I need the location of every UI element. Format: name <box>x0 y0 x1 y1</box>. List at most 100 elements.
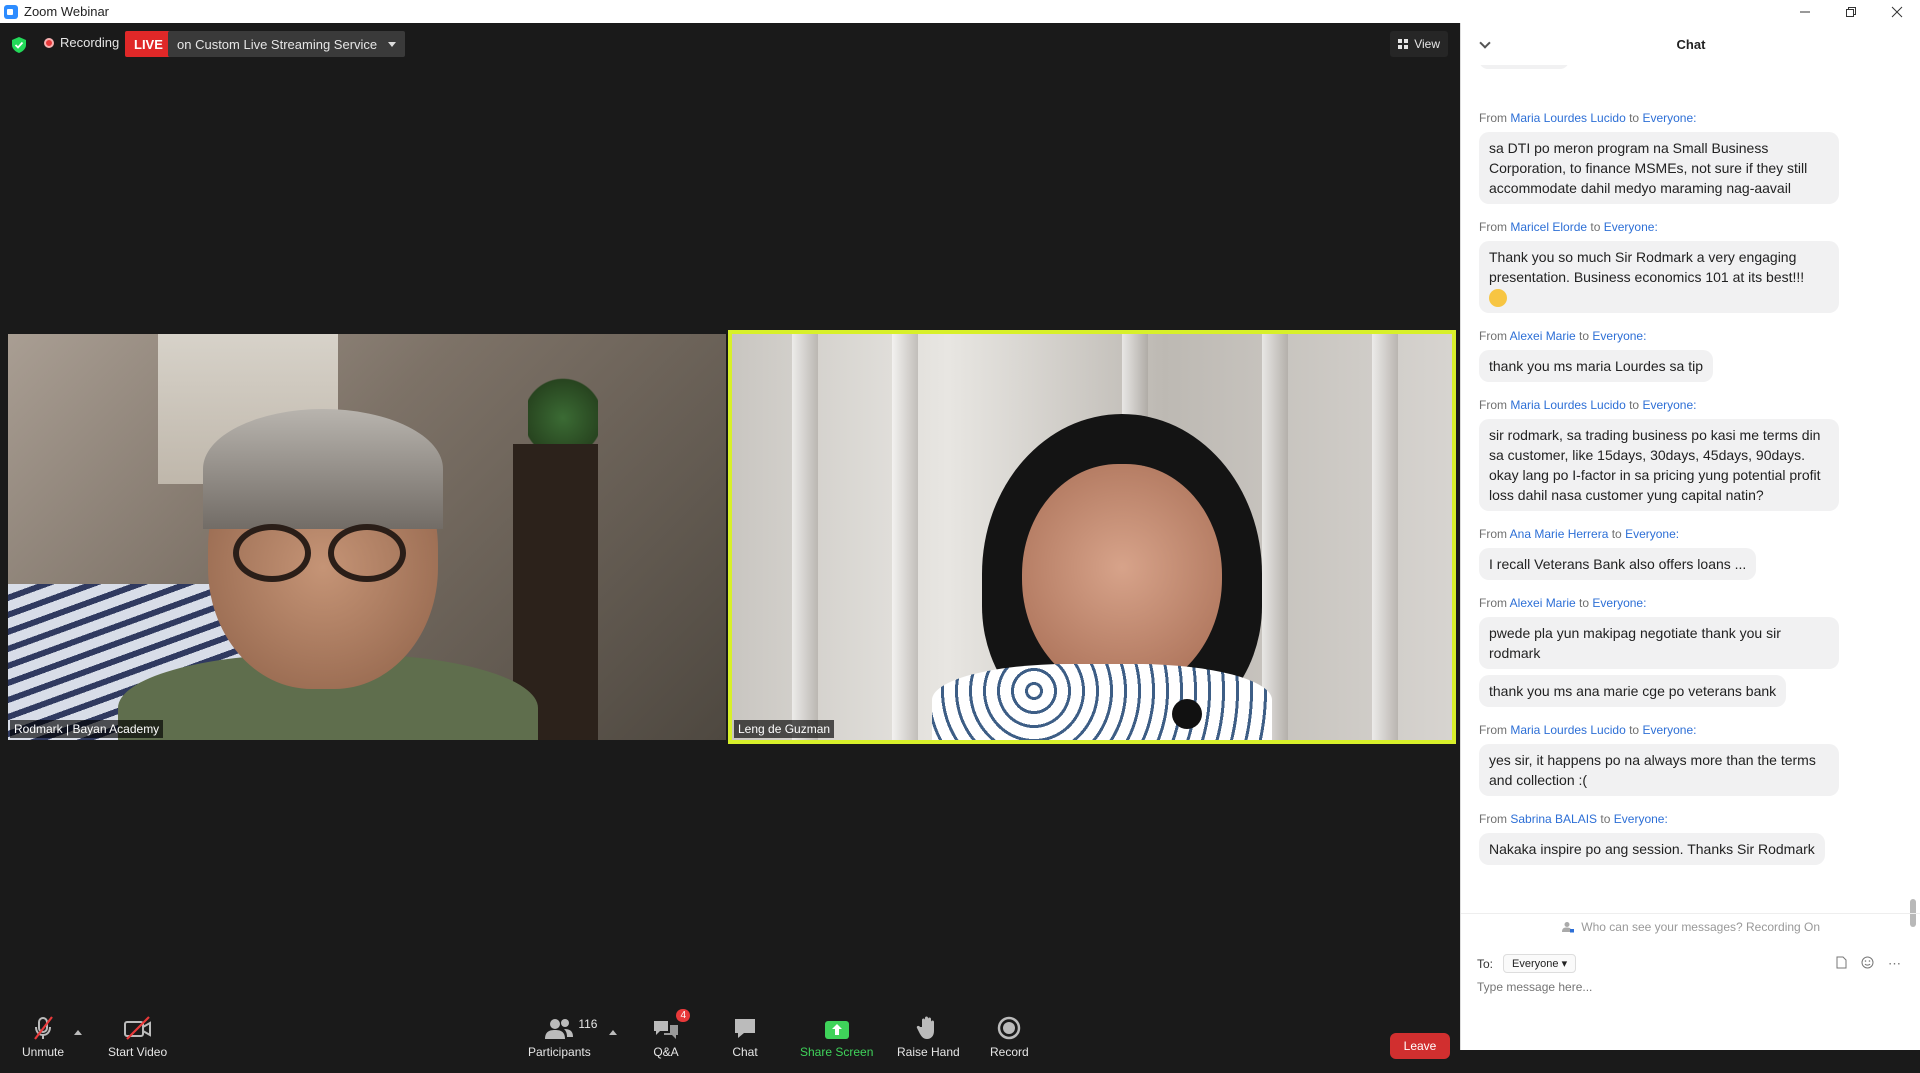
record-icon <box>998 1016 1021 1040</box>
zoom-app-icon <box>4 4 18 19</box>
chat-message-text: pwede pla yun makipag negotiate thank yo… <box>1489 625 1781 662</box>
sender-name[interactable]: Alexei Marie <box>1510 596 1576 610</box>
background-curtain <box>1262 334 1288 740</box>
chat-message-bubble[interactable]: yes sir, it happens po na always more th… <box>1479 744 1839 797</box>
recording-dot-icon <box>44 37 54 48</box>
chevron-down-icon[interactable] <box>1479 37 1491 49</box>
qa-label: Q&A <box>653 1045 679 1059</box>
raise-hand-button[interactable]: Raise Hand <box>897 1015 960 1059</box>
from-prefix: From <box>1479 111 1507 125</box>
security-shield-icon[interactable] <box>12 37 26 53</box>
video-tile-leng-active-speaker[interactable]: Leng de Guzman <box>728 330 1456 744</box>
participant-hair <box>203 409 443 529</box>
chat-message-list[interactable]: From Maria Lourdes Lucido to Everyone: sa… <box>1461 65 1920 913</box>
message-sender-line: From Sabrina BALAIS to Everyone: <box>1479 812 1869 827</box>
chat-message-bubble[interactable]: thank you ms ana marie cge po veterans b… <box>1479 675 1787 708</box>
background-curtain <box>792 334 818 740</box>
to-word: to <box>1629 111 1640 125</box>
to-label: To: <box>1477 956 1494 971</box>
chat-button[interactable]: Chat <box>732 1015 758 1059</box>
start-video-button[interactable]: Start Video <box>108 1015 167 1059</box>
chat-message-group: From Sabrina BALAIS to Everyone: Nakaka i… <box>1479 812 1869 871</box>
chat-message-bubble[interactable]: sir rodmark, sa trading business po kasi… <box>1479 419 1839 512</box>
chat-message-bubble[interactable]: Nakaka inspire po ang session. Thanks Si… <box>1479 833 1825 866</box>
qa-icon <box>654 1021 678 1039</box>
sender-name[interactable]: Maria Lourdes Lucido <box>1510 111 1625 125</box>
chat-footer: Who can see your messages? Recording On … <box>1461 913 1920 1050</box>
chat-footer-actions: ⋯ <box>1836 956 1901 972</box>
more-options-icon[interactable]: ⋯ <box>1888 956 1901 972</box>
chat-scrollbar[interactable] <box>1910 93 1916 933</box>
file-icon[interactable] <box>1836 956 1847 972</box>
chat-message-text: I recall Veterans Bank also offers loans… <box>1489 556 1747 573</box>
chat-message-text: sa DTI po meron program na Small Busines… <box>1489 140 1808 196</box>
qa-badge: 4 <box>676 1009 690 1022</box>
share-screen-button[interactable]: Share Screen <box>800 1015 873 1059</box>
recipient-value: Everyone <box>1512 958 1559 970</box>
message-recipient: Everyone: <box>1642 398 1697 413</box>
share-screen-label: Share Screen <box>800 1045 874 1059</box>
grid-view-icon <box>1398 39 1409 49</box>
from-prefix: From <box>1479 812 1507 827</box>
participants-button[interactable]: 116 Participants <box>528 1015 597 1059</box>
sender-name[interactable]: Maria Lourdes Lucido <box>1510 398 1625 412</box>
close-button[interactable] <box>1874 0 1920 23</box>
participant-count: 116 <box>578 1017 598 1031</box>
minimize-icon <box>1800 11 1810 12</box>
to-word: to <box>1579 596 1590 611</box>
participants-options-caret[interactable] <box>609 1030 617 1035</box>
chat-message-group: From Alexei Marie to Everyone: thank you … <box>1479 329 1869 388</box>
audio-options-caret[interactable] <box>74 1030 82 1035</box>
participant-name-tag: Leng de Guzman <box>734 720 835 738</box>
from-prefix: From <box>1479 527 1507 542</box>
privacy-notice[interactable]: Who can see your messages? Recording On <box>1461 920 1920 934</box>
minimize-button[interactable] <box>1782 0 1828 23</box>
leave-button[interactable]: Leave <box>1390 1033 1450 1059</box>
from-prefix: From <box>1479 329 1507 344</box>
unmute-button[interactable]: Unmute <box>22 1015 64 1059</box>
sender-name[interactable]: Alexei Marie <box>1510 329 1576 343</box>
chat-message-bubble[interactable]: I recall Veterans Bank also offers loans… <box>1479 548 1757 581</box>
chat-message-text: Thank you so much Sir Rodmark a very eng… <box>1489 249 1805 285</box>
emoji-icon[interactable] <box>1861 956 1874 972</box>
from-prefix: From <box>1479 596 1507 611</box>
recipient-dropdown[interactable]: Everyone ▾ <box>1503 954 1577 973</box>
record-button[interactable]: Record <box>990 1015 1029 1059</box>
from-prefix: From <box>1479 723 1507 738</box>
restore-icon <box>1846 6 1856 17</box>
unmute-label: Unmute <box>22 1045 65 1059</box>
from-prefix: From <box>1479 220 1507 234</box>
qa-button[interactable]: 4 Q&A <box>652 1009 690 1059</box>
participant-face <box>1022 464 1222 694</box>
recording-label: Recording <box>60 35 120 50</box>
chat-message-bubble[interactable]: pwede pla yun makipag negotiate thank yo… <box>1479 617 1839 670</box>
background-plant <box>528 364 598 454</box>
video-tile-rodmark[interactable]: Rodmark | Bayan Academy <box>8 334 726 740</box>
live-streaming-service-dropdown[interactable]: on Custom Live Streaming Service <box>168 31 406 57</box>
chat-message-bubble[interactable]: thank you ms maria Lourdes sa tip <box>1479 350 1713 383</box>
chevron-down-icon <box>388 42 397 47</box>
message-recipient: Everyone: <box>1592 329 1647 344</box>
smiling-emoji-icon <box>1489 289 1507 308</box>
chat-bubble-icon <box>735 1019 755 1038</box>
participant-glasses <box>233 524 413 584</box>
restore-button[interactable] <box>1828 0 1874 23</box>
chat-message-text: thank you ms ana marie cge po veterans b… <box>1489 683 1777 700</box>
video-area: Recording LIVE on Custom Live Streaming … <box>0 23 1460 1073</box>
chat-message-group: From Maricel Elorde to Everyone: Thank yo… <box>1479 220 1869 319</box>
message-sender-line: From Maria Lourdes Lucido to Everyone: <box>1479 398 1869 413</box>
sender-name[interactable]: Sabrina BALAIS <box>1510 812 1597 826</box>
chat-message-text: sir rodmark, sa trading business po kasi… <box>1489 427 1821 504</box>
chat-message-bubble[interactable]: Thank you so much Sir Rodmark a very eng… <box>1479 241 1839 314</box>
message-sender-line: From Alexei Marie to Everyone: <box>1479 596 1869 611</box>
recording-indicator[interactable]: Recording <box>44 35 119 50</box>
chat-message-bubble[interactable]: sa DTI po meron program na Small Busines… <box>1479 132 1839 204</box>
chat-message-group: From Ana Marie Herrera to Everyone: I rec… <box>1479 527 1869 586</box>
view-button[interactable]: View <box>1390 31 1448 57</box>
view-label: View <box>1414 37 1440 51</box>
sender-name[interactable]: Ana Marie Herrera <box>1510 527 1609 541</box>
sender-name[interactable]: Maricel Elorde <box>1510 220 1587 234</box>
sender-name[interactable]: Maria Lourdes Lucido <box>1510 723 1625 737</box>
chat-message-input[interactable] <box>1477 980 1897 994</box>
participant-body <box>932 664 1272 740</box>
